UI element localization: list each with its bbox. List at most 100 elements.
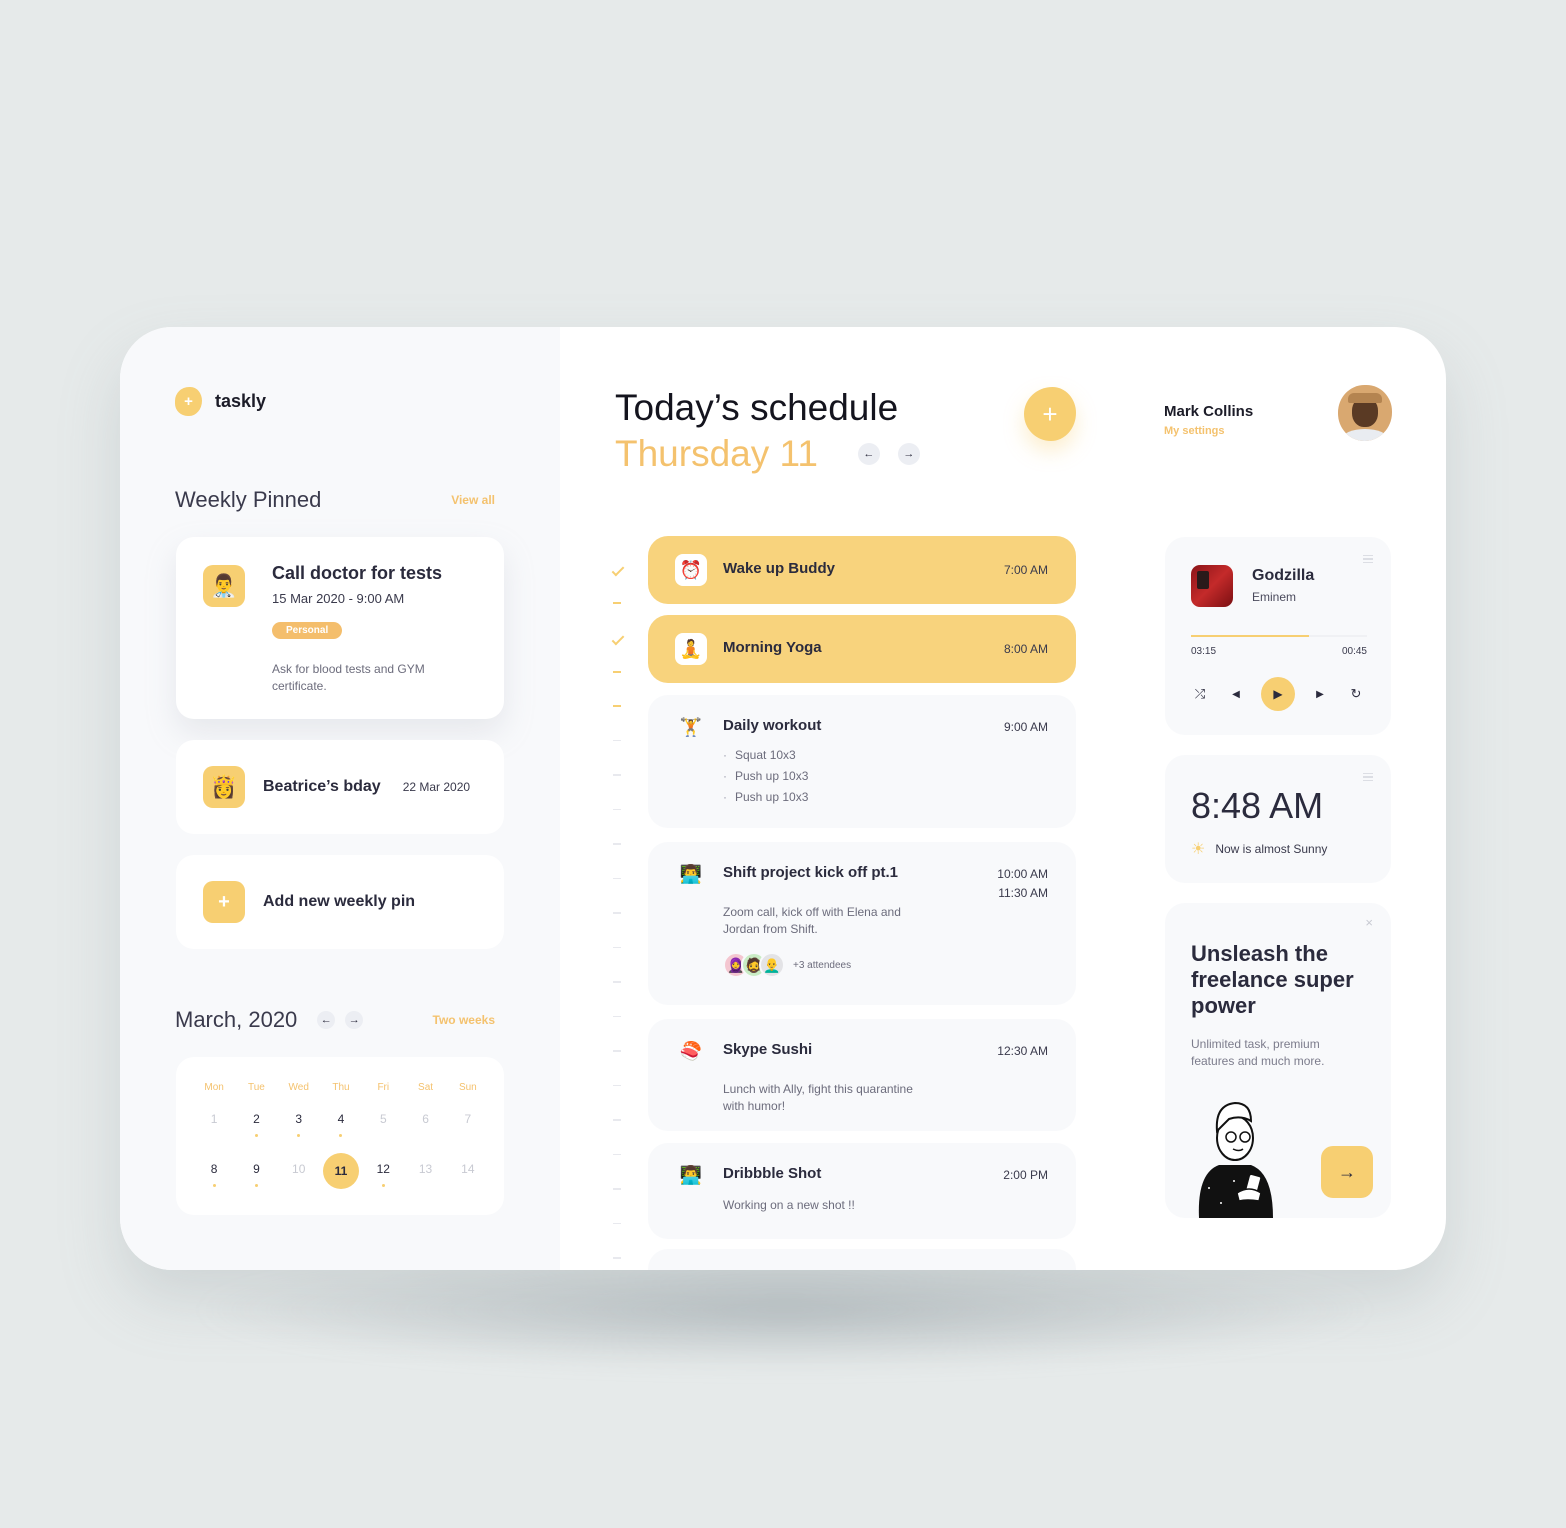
end-time: 11:30 AM	[998, 886, 1048, 900]
schedule-event[interactable]: 🏋️Daily workout9:00 AMSquat 10x3Push up …	[648, 695, 1076, 828]
start-time: 12:30 AM	[997, 1044, 1048, 1058]
checklist-item: Push up 10x3	[723, 787, 808, 808]
play-button[interactable]: ▶	[1261, 677, 1295, 711]
add-pin-label: Add new weekly pin	[263, 893, 416, 910]
play-icon: ▶	[1273, 687, 1283, 701]
calendar-day[interactable]: 5	[362, 1102, 404, 1152]
attendees[interactable]: 🧕 🧔 👨‍🦲 +3 attendees	[723, 952, 851, 978]
close-icon[interactable]: ×	[1365, 915, 1373, 930]
event-title: Morning Yoga	[723, 639, 822, 656]
calendar-next-arrow-icon[interactable]: →	[345, 1011, 364, 1029]
pin-card[interactable]: 👨‍⚕️ Call doctor for tests 15 Mar 2020 -…	[176, 537, 504, 719]
weekday-label: Sat	[418, 1082, 434, 1093]
previous-track-icon[interactable]: ◀	[1225, 689, 1247, 700]
day-number: 11	[322, 1153, 359, 1189]
artist-name: Eminem	[1252, 590, 1297, 604]
calendar-day[interactable]: 14	[447, 1152, 489, 1202]
calendar-title: March, 2020	[175, 1007, 298, 1032]
day-prev-arrow-icon[interactable]: ←	[857, 443, 880, 465]
timeline-tick	[613, 912, 621, 914]
app-name: taskly	[215, 391, 267, 411]
doctor-icon: 👨‍⚕️	[203, 565, 245, 607]
event-dot	[297, 1134, 301, 1137]
weather-status: ☀ Now is almost Sunny	[1191, 839, 1327, 859]
logo[interactable]: + taskly	[175, 387, 266, 416]
event-time: 9:00 AM	[1004, 718, 1048, 737]
category-tag[interactable]: Personal	[272, 622, 343, 639]
shuffle-icon[interactable]: ⤮	[1189, 686, 1211, 702]
two-weeks-link[interactable]: Two weeks	[433, 1013, 495, 1027]
event-time: 7:00 AM	[1004, 561, 1048, 580]
schedule-event[interactable]: 👨‍💻 Shift project kick off pt.1 10:00 AM 11…	[648, 842, 1076, 1005]
day-number: 12	[376, 1162, 390, 1176]
next-track-icon[interactable]: ▶	[1309, 689, 1331, 700]
timeline-tick	[613, 1015, 621, 1017]
calendar-day[interactable]: 7	[447, 1102, 489, 1152]
event-title: Daily workout	[723, 717, 822, 734]
page-title: Today’s schedule	[615, 387, 899, 428]
schedule-event[interactable]	[648, 1249, 1076, 1270]
calendar-day[interactable]: 6	[404, 1102, 446, 1152]
user-name: Mark Collins	[1164, 403, 1254, 420]
calendar-grid: Mon Tue Wed Thu Fri Sat Sun 1 2 3 4 5 6 7 8 9 10 11 12 13 14	[193, 1082, 489, 1202]
calendar-header: March, 2020 ← → Two weeks	[175, 1007, 495, 1033]
calendar-day[interactable]: 10	[278, 1152, 320, 1202]
calendar-day[interactable]: 3	[278, 1102, 320, 1152]
menu-icon[interactable]	[1363, 555, 1373, 563]
timeline-tick	[613, 843, 621, 845]
event-description: Lunch with Ally, fight this quarantine w…	[723, 1082, 913, 1113]
day-number: 6	[422, 1112, 429, 1126]
calendar-prev-arrow-icon[interactable]: ←	[317, 1011, 336, 1029]
schedule-event[interactable]: ⏰ Wake up Buddy 7:00 AM	[648, 536, 1076, 604]
day-next-arrow-icon[interactable]: →	[897, 443, 920, 465]
add-event-button[interactable]: +	[1024, 387, 1076, 441]
weekday-label: Wed	[288, 1082, 309, 1093]
plus-icon: +	[203, 881, 245, 923]
princess-icon: 👸	[203, 766, 245, 808]
day-number: 2	[253, 1112, 260, 1126]
event-title: Shift project kick off pt.1	[723, 864, 899, 881]
menu-icon[interactable]	[1363, 773, 1373, 781]
settings-link[interactable]: My settings	[1164, 425, 1225, 437]
pin-date: 15 Mar 2020 - 9:00 AM	[272, 591, 405, 606]
event-dot	[339, 1134, 343, 1137]
schedule-event[interactable]: 🍣 Skype Sushi 12:30 AM Lunch with Ally, fig…	[648, 1019, 1076, 1131]
timeline-tick	[613, 1188, 621, 1190]
start-time: 9:00 AM	[1003, 720, 1048, 734]
event-icon: 👨‍💻	[679, 1164, 703, 1185]
calendar-day[interactable]: 13	[404, 1152, 446, 1202]
calendar-day[interactable]: 12	[362, 1152, 404, 1202]
weekday-label: Fri	[377, 1082, 390, 1093]
schedule-event[interactable]: 👨‍💻 Dribbble Shot 2:00 PM Working on a new …	[648, 1143, 1076, 1239]
event-title: Skype Sushi	[723, 1041, 813, 1058]
clock-widget: 8:48 AM ☀ Now is almost Sunny	[1165, 755, 1391, 883]
add-pin-button[interactable]: + Add new weekly pin	[176, 855, 504, 949]
calendar-day[interactable]: 1	[193, 1102, 235, 1152]
pinned-header: Weekly Pinned View all	[175, 487, 495, 513]
start-time: 7:00 AM	[1003, 563, 1048, 577]
event-icon: ⏰	[675, 554, 707, 586]
arrow-right-icon: →	[1338, 1161, 1356, 1182]
avatar[interactable]	[1338, 385, 1392, 441]
album-cover	[1191, 565, 1233, 607]
weather-text: Now is almost Sunny	[1215, 842, 1328, 856]
calendar-day[interactable]: 2	[235, 1102, 277, 1152]
calendar-day[interactable]: 4	[320, 1102, 362, 1152]
calendar-day[interactable]: 9	[235, 1152, 277, 1202]
playback-progress[interactable]	[1191, 635, 1367, 637]
calendar-day-selected[interactable]: 11	[320, 1152, 362, 1202]
event-checklist: Squat 10x3Push up 10x3Push up 10x3	[723, 745, 808, 808]
promo-cta-button[interactable]: →	[1321, 1146, 1373, 1198]
event-time: 8:00 AM	[1004, 640, 1048, 659]
timeline-tick	[613, 808, 621, 810]
mini-calendar: Mon Tue Wed Thu Fri Sat Sun 1 2 3 4 5 6 7 8 9 10 11 12 13 14	[176, 1057, 504, 1215]
elapsed-time: 03:15	[1191, 646, 1217, 657]
schedule-event[interactable]: 🧘 Morning Yoga 8:00 AM	[648, 615, 1076, 683]
view-all-link[interactable]: View all	[451, 493, 495, 507]
pin-card[interactable]: 👸 Beatrice’s bday 22 Mar 2020	[176, 740, 504, 834]
player-controls: ⤮ ◀ ▶ ▶ ↻	[1189, 677, 1367, 711]
calendar-day[interactable]: 8	[193, 1152, 235, 1202]
app-window: + taskly Weekly Pinned View all 👨‍⚕️ Cal…	[120, 327, 1446, 1270]
event-time: 2:00 PM	[1003, 1166, 1048, 1185]
repeat-icon[interactable]: ↻	[1345, 686, 1367, 702]
